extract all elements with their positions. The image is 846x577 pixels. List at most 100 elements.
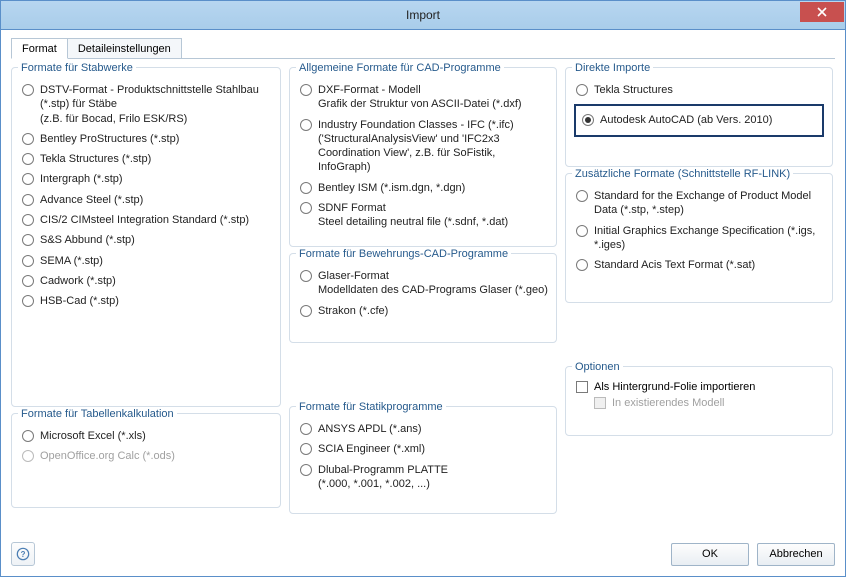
radio-icon	[300, 270, 312, 282]
radio-icon	[300, 305, 312, 317]
group-title-stabwerke: Formate für Stabwerke	[18, 62, 136, 74]
cancel-button[interactable]: Abbrechen	[757, 543, 835, 566]
stabwerke-option-7-label: SEMA (*.stp)	[40, 254, 103, 268]
stabwerke-option-3[interactable]: Intergraph (*.stp)	[20, 169, 272, 189]
stabwerke-option-0[interactable]: DSTV-Format - Produktschnittstelle Stahl…	[20, 80, 272, 129]
radio-icon	[300, 202, 312, 214]
cad-option-2[interactable]: Bentley ISM (*.ism.dgn, *.dgn)	[298, 178, 548, 198]
radio-icon	[300, 119, 312, 131]
group-statik: Formate für Statikprogramme ANSYS APDL (…	[289, 406, 557, 514]
bewehrung-option-0[interactable]: Glaser-FormatModelldaten des CAD-Program…	[298, 266, 548, 301]
direkt-option-0-label: Tekla Structures	[594, 83, 673, 97]
close-icon	[817, 7, 827, 17]
check-existing-model: In existierendes Modell	[574, 395, 824, 411]
titlebar: Import	[0, 0, 846, 30]
zusatz-option-0[interactable]: Standard for the Exchange of Product Mod…	[574, 186, 824, 221]
radio-icon	[22, 84, 34, 96]
ok-button[interactable]: OK	[671, 543, 749, 566]
statik-option-2-label: Dlubal-Programm PLATTE(*.000, *.001, *.0…	[318, 463, 448, 492]
stabwerke-option-2[interactable]: Tekla Structures (*.stp)	[20, 149, 272, 169]
zusatz-option-0-label: Standard for the Exchange of Product Mod…	[594, 189, 824, 218]
cad-option-3[interactable]: SDNF FormatSteel detailing neutral file …	[298, 198, 548, 233]
radio-icon	[22, 133, 34, 145]
stabwerke-option-5[interactable]: CIS/2 CIMsteel Integration Standard (*.s…	[20, 210, 272, 230]
cad-option-1[interactable]: Industry Foundation Classes - IFC (*.ifc…	[298, 115, 548, 178]
stabwerke-option-8[interactable]: Cadwork (*.stp)	[20, 271, 272, 291]
group-optionen: Optionen Als Hintergrund-Folie importier…	[565, 366, 833, 436]
stabwerke-option-4-label: Advance Steel (*.stp)	[40, 193, 143, 207]
tabellen-option-0[interactable]: Microsoft Excel (*.xls)	[20, 426, 272, 446]
group-title-zusatz: Zusätzliche Formate (Schnittstelle RF-LI…	[572, 168, 793, 180]
group-title-optionen: Optionen	[572, 361, 623, 373]
group-zusatz: Zusätzliche Formate (Schnittstelle RF-LI…	[565, 173, 833, 303]
zusatz-option-1[interactable]: Initial Graphics Exchange Specification …	[574, 221, 824, 256]
radio-icon	[576, 84, 588, 96]
stabwerke-option-1-label: Bentley ProStructures (*.stp)	[40, 132, 179, 146]
zusatz-option-2[interactable]: Standard Acis Text Format (*.sat)	[574, 255, 824, 275]
radio-icon	[22, 173, 34, 185]
radio-icon	[22, 275, 34, 287]
check-bg-folie[interactable]: Als Hintergrund-Folie importieren	[574, 379, 824, 395]
bewehrung-option-1-label: Strakon (*.cfe)	[318, 304, 388, 318]
tabellen-option-1: OpenOffice.org Calc (*.ods)	[20, 446, 272, 466]
cad-option-0[interactable]: DXF-Format - ModellGrafik der Struktur v…	[298, 80, 548, 115]
group-tabellen: Formate für Tabellenkalkulation Microsof…	[11, 413, 281, 508]
radio-icon	[22, 450, 34, 462]
help-button[interactable]: ?	[11, 542, 35, 566]
direkt-option-1-label: Autodesk AutoCAD (ab Vers. 2010)	[600, 113, 772, 127]
radio-icon	[300, 182, 312, 194]
group-cad: Allgemeine Formate für CAD-Programme DXF…	[289, 67, 557, 247]
checkbox-icon	[594, 397, 606, 409]
statik-option-2[interactable]: Dlubal-Programm PLATTE(*.000, *.001, *.0…	[298, 460, 548, 495]
stabwerke-option-0-label: DSTV-Format - Produktschnittstelle Stahl…	[40, 83, 272, 126]
check-existing-model-label: In existierendes Modell	[612, 397, 725, 409]
group-stabwerke: Formate für Stabwerke DSTV-Format - Prod…	[11, 67, 281, 407]
group-title-cad: Allgemeine Formate für CAD-Programme	[296, 62, 504, 74]
radio-icon	[22, 214, 34, 226]
group-title-statik: Formate für Statikprogramme	[296, 401, 446, 413]
group-title-direkt: Direkte Importe	[572, 62, 653, 74]
tab-bar: Format Detaileinstellungen	[11, 38, 835, 59]
tab-detaileinstellungen[interactable]: Detaileinstellungen	[67, 38, 182, 58]
cad-option-3-label: SDNF FormatSteel detailing neutral file …	[318, 201, 508, 230]
radio-icon	[22, 153, 34, 165]
close-button[interactable]	[800, 2, 844, 22]
statik-option-0[interactable]: ANSYS APDL (*.ans)	[298, 419, 548, 439]
svg-text:?: ?	[21, 550, 26, 559]
check-bg-folie-label: Als Hintergrund-Folie importieren	[594, 381, 755, 393]
stabwerke-option-7[interactable]: SEMA (*.stp)	[20, 251, 272, 271]
radio-icon	[22, 295, 34, 307]
radio-icon	[22, 194, 34, 206]
statik-option-1-label: SCIA Engineer (*.xml)	[318, 442, 425, 456]
cad-option-2-label: Bentley ISM (*.ism.dgn, *.dgn)	[318, 181, 465, 195]
direkt-option-0[interactable]: Tekla Structures	[574, 80, 824, 100]
stabwerke-option-6-label: S&S Abbund (*.stp)	[40, 233, 135, 247]
stabwerke-option-6[interactable]: S&S Abbund (*.stp)	[20, 230, 272, 250]
stabwerke-option-1[interactable]: Bentley ProStructures (*.stp)	[20, 129, 272, 149]
statik-option-0-label: ANSYS APDL (*.ans)	[318, 422, 422, 436]
stabwerke-option-4[interactable]: Advance Steel (*.stp)	[20, 190, 272, 210]
group-bewehrung: Formate für Bewehrungs-CAD-Programme Gla…	[289, 253, 557, 343]
radio-icon	[582, 114, 594, 126]
direkt-option-1[interactable]: Autodesk AutoCAD (ab Vers. 2010)	[580, 110, 818, 130]
radio-icon	[576, 225, 588, 237]
radio-icon	[300, 443, 312, 455]
tabellen-option-1-label: OpenOffice.org Calc (*.ods)	[40, 449, 175, 463]
tab-format[interactable]: Format	[11, 38, 68, 59]
stabwerke-option-9[interactable]: HSB-Cad (*.stp)	[20, 291, 272, 311]
stabwerke-option-5-label: CIS/2 CIMsteel Integration Standard (*.s…	[40, 213, 249, 227]
cad-option-1-label: Industry Foundation Classes - IFC (*.ifc…	[318, 118, 548, 175]
stabwerke-option-2-label: Tekla Structures (*.stp)	[40, 152, 151, 166]
stabwerke-option-9-label: HSB-Cad (*.stp)	[40, 294, 119, 308]
zusatz-option-1-label: Initial Graphics Exchange Specification …	[594, 224, 824, 253]
radio-icon	[22, 430, 34, 442]
bewehrung-option-0-label: Glaser-FormatModelldaten des CAD-Program…	[318, 269, 548, 298]
tabellen-option-0-label: Microsoft Excel (*.xls)	[40, 429, 146, 443]
group-title-tabellen: Formate für Tabellenkalkulation	[18, 408, 177, 420]
radio-icon	[22, 255, 34, 267]
group-direkt: Direkte Importe Tekla StructuresAutodesk…	[565, 67, 833, 167]
radio-icon	[300, 423, 312, 435]
checkbox-icon	[576, 381, 588, 393]
statik-option-1[interactable]: SCIA Engineer (*.xml)	[298, 439, 548, 459]
bewehrung-option-1[interactable]: Strakon (*.cfe)	[298, 301, 548, 321]
